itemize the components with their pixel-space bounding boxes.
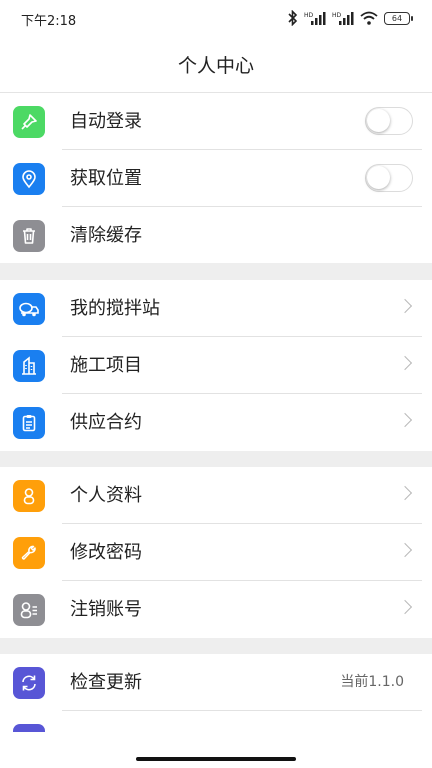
- supply-contract-label: 供应合约: [70, 412, 142, 433]
- personal-info-label: 个人资料: [70, 485, 142, 506]
- chevron-right-icon: [397, 485, 413, 501]
- chevron-right-icon: [397, 599, 413, 615]
- hd-signal-icon: HD: [304, 12, 326, 25]
- section-gap: [0, 263, 432, 280]
- section-gap: [0, 638, 432, 654]
- check-update-label: 检查更新: [70, 672, 142, 693]
- battery-icon: 64: [384, 11, 413, 25]
- clear-cache-label: 清除缓存: [70, 225, 142, 246]
- bluetooth-icon: [288, 10, 298, 26]
- building-icon: [13, 350, 45, 382]
- check-update-row[interactable]: 检查更新 当前1.1.0: [0, 654, 432, 711]
- cancel-account-row[interactable]: 注销账号: [0, 581, 432, 638]
- pin-icon: [13, 106, 45, 138]
- change-password-label: 修改密码: [70, 542, 142, 563]
- cancel-account-label: 注销账号: [70, 599, 142, 620]
- person-cancel-icon: [13, 594, 45, 626]
- page-title: 个人中心: [177, 55, 254, 77]
- current-version: 当前1.1.0: [340, 674, 404, 690]
- wrench-icon: [13, 537, 45, 569]
- auto-login-label: 自动登录: [70, 111, 142, 132]
- toggle-knob: [367, 109, 390, 132]
- row-divider: [62, 710, 422, 711]
- refresh-icon: [13, 667, 45, 699]
- construction-project-label: 施工项目: [70, 355, 142, 376]
- clipboard-icon: [13, 407, 45, 439]
- construction-project-row[interactable]: 施工项目: [0, 337, 432, 394]
- auto-login-row[interactable]: 自动登录: [0, 93, 432, 150]
- hd-signal-icon: HD: [332, 12, 354, 25]
- personal-info-row[interactable]: 个人资料: [0, 467, 432, 524]
- status-bar: 下午2:18 HD HD 64: [0, 0, 432, 38]
- person-icon: [13, 480, 45, 512]
- next-row-icon-partial: [13, 724, 45, 732]
- get-location-label: 获取位置: [70, 168, 142, 189]
- svg-text:HD: HD: [304, 12, 314, 19]
- get-location-toggle[interactable]: [365, 164, 413, 192]
- section-gap: [0, 451, 432, 467]
- status-time: 下午2:18: [21, 14, 77, 29]
- clear-cache-row[interactable]: 清除缓存: [0, 207, 432, 264]
- home-indicator[interactable]: [136, 757, 296, 761]
- supply-contract-row[interactable]: 供应合约: [0, 394, 432, 451]
- mixer-truck-icon: [13, 293, 45, 325]
- my-mixing-station-row[interactable]: 我的搅拌站: [0, 280, 432, 337]
- get-location-row[interactable]: 获取位置: [0, 150, 432, 207]
- status-icons: HD HD 64: [288, 9, 413, 27]
- trash-icon: [13, 220, 45, 252]
- chevron-right-icon: [397, 355, 413, 371]
- chevron-right-icon: [397, 412, 413, 428]
- change-password-row[interactable]: 修改密码: [0, 524, 432, 581]
- svg-text:HD: HD: [332, 12, 342, 19]
- chevron-right-icon: [397, 542, 413, 558]
- auto-login-toggle[interactable]: [365, 107, 413, 135]
- toggle-knob: [367, 166, 390, 189]
- chevron-right-icon: [397, 298, 413, 314]
- my-mixing-station-label: 我的搅拌站: [70, 298, 160, 319]
- wifi-icon: [360, 11, 378, 25]
- location-icon: [13, 163, 45, 195]
